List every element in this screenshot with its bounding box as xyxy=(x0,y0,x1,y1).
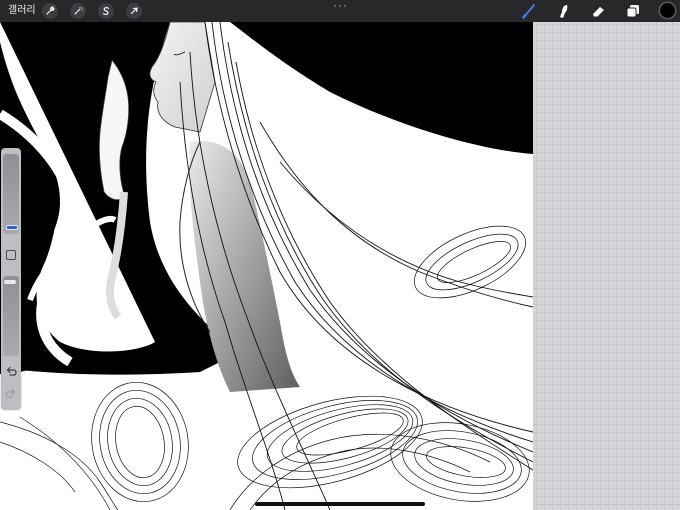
brush-opacity-slider[interactable] xyxy=(3,276,19,356)
magic-wand-icon xyxy=(74,7,83,15)
drawing-app: 갤러리 xyxy=(0,0,680,510)
eraser-tool-button[interactable] xyxy=(589,2,607,20)
smudge-tool-button[interactable] xyxy=(554,2,572,20)
modify-button[interactable] xyxy=(6,250,16,260)
smudge-icon xyxy=(560,5,568,18)
adjustments-button[interactable] xyxy=(70,3,86,19)
layers-icon xyxy=(626,5,639,18)
undo-button[interactable] xyxy=(4,364,18,378)
arrow-cursor-icon xyxy=(130,7,138,15)
undo-icon xyxy=(6,366,17,376)
toolbar-grabber[interactable] xyxy=(334,5,346,9)
layers-button[interactable] xyxy=(624,2,642,20)
artwork xyxy=(0,22,533,510)
transform-button[interactable] xyxy=(126,3,142,19)
home-indicator xyxy=(255,502,425,506)
brush-icon xyxy=(522,4,535,19)
brush-tool-button[interactable] xyxy=(520,2,538,20)
eraser-icon xyxy=(593,7,604,18)
drawing-canvas[interactable] xyxy=(0,22,533,510)
brush-size-slider[interactable] xyxy=(3,154,19,234)
left-sidebar xyxy=(1,148,21,410)
top-toolbar: 갤러리 xyxy=(0,0,680,22)
brush-opacity-thumb[interactable] xyxy=(4,280,16,284)
gallery-button[interactable]: 갤러리 xyxy=(8,3,36,19)
redo-button[interactable] xyxy=(4,386,18,400)
brush-size-thumb[interactable] xyxy=(6,225,18,230)
wrench-icon xyxy=(46,6,55,15)
selection-button[interactable] xyxy=(98,3,114,19)
actions-button[interactable] xyxy=(42,3,58,19)
selection-s-icon xyxy=(102,7,110,16)
color-picker-button[interactable] xyxy=(660,3,675,18)
redo-icon xyxy=(5,388,16,398)
